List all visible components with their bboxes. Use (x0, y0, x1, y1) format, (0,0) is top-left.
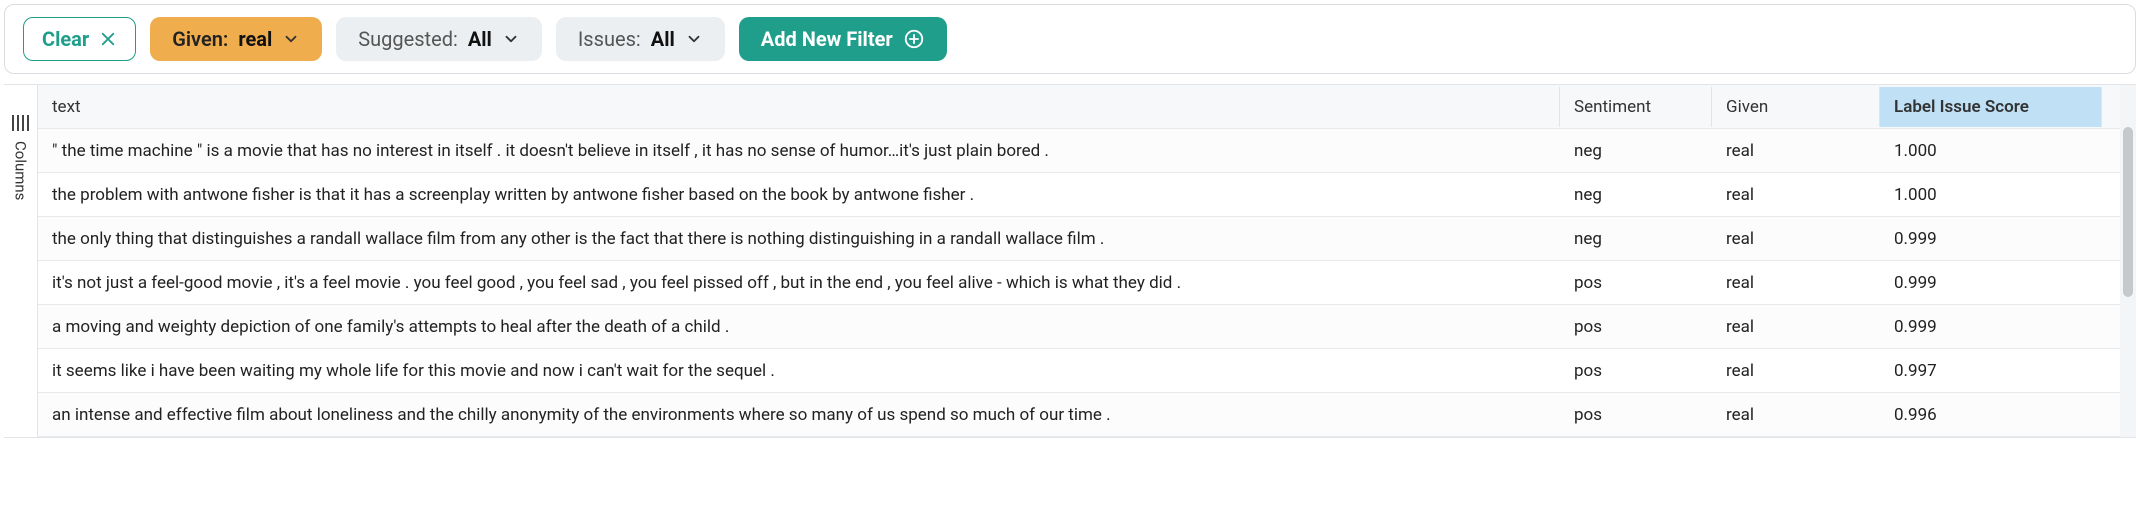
filter-given[interactable]: Given: real (150, 17, 322, 61)
cell-text: it's not just a feel-good movie , it's a… (38, 263, 1560, 303)
table-row[interactable]: it seems like i have been waiting my who… (38, 349, 2120, 393)
cell-given: real (1712, 175, 1880, 215)
cell-sentiment: pos (1560, 263, 1712, 303)
table-row[interactable]: a moving and weighty depiction of one fa… (38, 305, 2120, 349)
cell-sentiment: pos (1560, 395, 1712, 435)
col-header-given[interactable]: Given (1712, 87, 1880, 127)
cell-score: 1.000 (1880, 175, 2102, 215)
filter-suggested-label: Suggested: (358, 27, 458, 51)
plus-circle-icon (903, 28, 925, 50)
filter-issues-label: Issues: (578, 27, 641, 51)
filter-suggested[interactable]: Suggested: All (336, 17, 542, 61)
col-header-sentiment[interactable]: Sentiment (1560, 87, 1712, 127)
cell-sentiment: pos (1560, 351, 1712, 391)
cell-sentiment: neg (1560, 175, 1712, 215)
filter-suggested-value: All (468, 27, 492, 51)
cell-score: 0.999 (1880, 263, 2102, 303)
filter-issues[interactable]: Issues: All (556, 17, 725, 61)
cell-given: real (1712, 351, 1880, 391)
clear-filters-button[interactable]: Clear (23, 17, 136, 61)
cell-text: an intense and effective film about lone… (38, 395, 1560, 435)
cell-given: real (1712, 219, 1880, 259)
col-header-score[interactable]: Label Issue Score (1880, 87, 2102, 127)
cell-text: a moving and weighty depiction of one fa… (38, 307, 1560, 347)
cell-sentiment: pos (1560, 307, 1712, 347)
data-table: Columns text Sentiment Given Label Issue… (4, 84, 2136, 438)
vertical-scrollbar[interactable] (2120, 85, 2136, 437)
cell-given: real (1712, 263, 1880, 303)
columns-panel-toggle[interactable]: Columns (4, 85, 38, 437)
cell-given: real (1712, 131, 1880, 171)
table-row[interactable]: the problem with antwone fisher is that … (38, 173, 2120, 217)
cell-text: " the time machine " is a movie that has… (38, 131, 1560, 171)
table-row[interactable]: an intense and effective film about lone… (38, 393, 2120, 437)
chevron-down-icon (502, 30, 520, 48)
close-icon (99, 30, 117, 48)
cell-score: 0.999 (1880, 307, 2102, 347)
cell-score: 0.997 (1880, 351, 2102, 391)
cell-sentiment: neg (1560, 219, 1712, 259)
table-row[interactable]: the only thing that distinguishes a rand… (38, 217, 2120, 261)
cell-sentiment: neg (1560, 131, 1712, 171)
cell-text: the problem with antwone fisher is that … (38, 175, 1560, 215)
col-header-text[interactable]: text (38, 87, 1560, 127)
cell-text: it seems like i have been waiting my who… (38, 351, 1560, 391)
filter-given-value: real (238, 27, 272, 51)
chevron-down-icon (282, 30, 300, 48)
cell-given: real (1712, 395, 1880, 435)
cell-score: 0.996 (1880, 395, 2102, 435)
grid: text Sentiment Given Label Issue Score "… (38, 85, 2120, 437)
cell-score: 0.999 (1880, 219, 2102, 259)
cell-score: 1.000 (1880, 131, 2102, 171)
add-filter-label: Add New Filter (761, 27, 893, 51)
columns-icon (12, 115, 29, 131)
scrollbar-thumb[interactable] (2123, 127, 2133, 297)
cell-text: the only thing that distinguishes a rand… (38, 219, 1560, 259)
clear-label: Clear (42, 27, 89, 51)
chevron-down-icon (685, 30, 703, 48)
add-filter-button[interactable]: Add New Filter (739, 17, 947, 61)
filter-issues-value: All (651, 27, 675, 51)
table-row[interactable]: " the time machine " is a movie that has… (38, 129, 2120, 173)
table-header-row: text Sentiment Given Label Issue Score (38, 85, 2120, 129)
filter-bar: Clear Given: real Suggested: All Issues:… (4, 4, 2136, 74)
table-row[interactable]: it's not just a feel-good movie , it's a… (38, 261, 2120, 305)
cell-given: real (1712, 307, 1880, 347)
columns-label: Columns (12, 141, 30, 200)
filter-given-label: Given: (172, 27, 228, 51)
